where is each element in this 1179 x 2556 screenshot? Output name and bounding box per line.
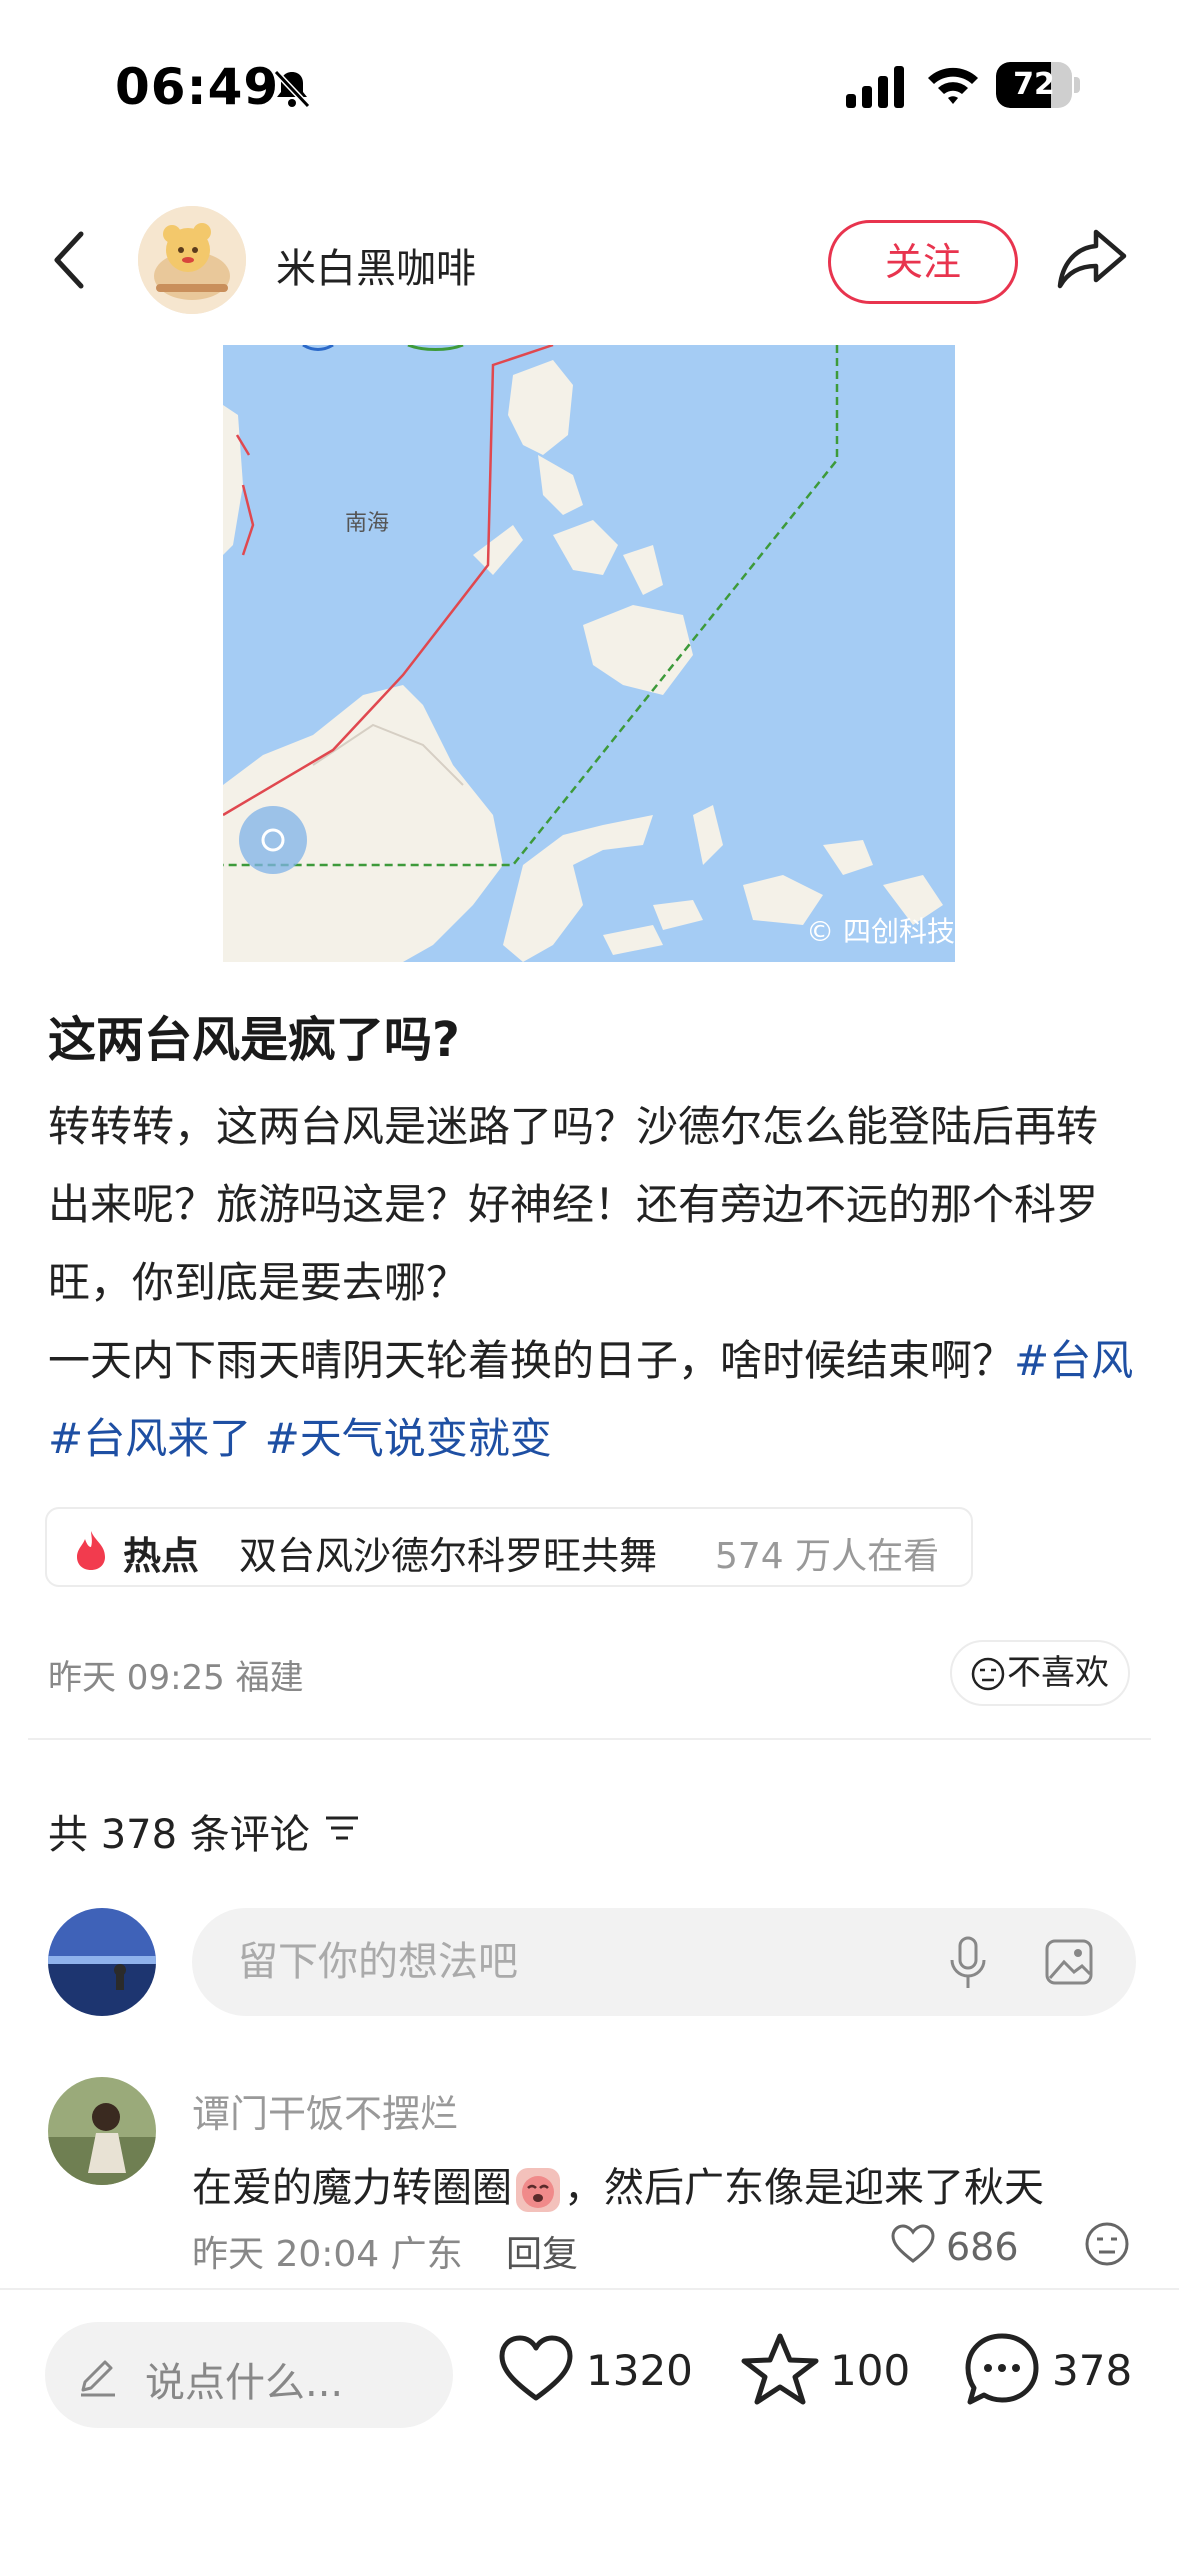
post-body: 转转转，这两台风是迷路了吗？沙德尔怎么能登陆后再转出来呢？旅游吗这是？好神经！还… <box>48 1088 1138 1478</box>
comment-input-box[interactable] <box>192 1908 1136 2016</box>
hashtag-link[interactable]: #台风来了 <box>48 1414 251 1463</box>
comment-text-part: ，然后广东像是迎来了秋天 <box>564 2165 1044 2211</box>
comment-like-count: 686 <box>946 2225 1019 2269</box>
share-icon[interactable] <box>1056 226 1128 292</box>
status-bar: 06:49 72 <box>0 0 1179 170</box>
hot-topic-card[interactable]: 热点 双台风沙德尔科罗旺共舞 574 万人在看 <box>45 1507 973 1587</box>
like-button[interactable]: 1320 <box>496 2330 696 2420</box>
say-something-input[interactable]: 说点什么... <box>45 2322 453 2428</box>
author-name[interactable]: 米白黑咖啡 <box>276 236 476 294</box>
hashtag-link[interactable]: #天气说变就变 <box>265 1414 552 1463</box>
pencil-icon <box>81 2360 115 2397</box>
map-watermark: © 四创科技 <box>806 915 955 948</box>
comments-count-header: 共 378 条评论 <box>48 1812 310 1858</box>
map-sea-label: 南海 <box>345 511 390 536</box>
bottom-action-bar: 说点什么... 1320 100 378 <box>0 2288 1179 2556</box>
like-count: 1320 <box>586 2346 693 2395</box>
comment-reply-button[interactable]: 回复 <box>506 2225 578 2277</box>
wifi-icon <box>928 67 978 104</box>
bell-off-icon <box>273 69 311 109</box>
typhoon-track-map[interactable]: 南海 © 四创科技 <box>223 345 955 962</box>
dislike-face-icon[interactable] <box>1084 2221 1130 2267</box>
mic-icon[interactable] <box>948 1936 988 1990</box>
comment-item: 谭门干饭不摆烂 在爱的魔力转圈圈 ，然后广东像是迎来了秋天 昨天 20:04 广… <box>0 2075 1179 2275</box>
comment-button[interactable]: 378 <box>962 2330 1142 2420</box>
say-something-placeholder: 说点什么... <box>145 2360 344 2406</box>
post-paragraph: 一天内下雨天晴阴天轮着换的日子，啥时候结束啊？#台风 #台风来了 #天气说变就变 <box>48 1322 1138 1478</box>
comment-input[interactable] <box>238 1930 938 1994</box>
back-icon[interactable] <box>45 226 101 294</box>
status-time: 06:49 <box>115 58 280 116</box>
dislike-button[interactable]: 不喜欢 <box>950 1640 1130 1706</box>
crying-face-emoji-icon <box>516 2168 560 2212</box>
comment-icon <box>965 2333 1039 2405</box>
sort-icon[interactable] <box>324 1812 360 1846</box>
hot-topic-viewers: 574 万人在看 <box>715 1536 940 1577</box>
post-meta: 昨天 09:25 福建 <box>48 1658 304 1698</box>
commenter-avatar[interactable] <box>48 2077 156 2185</box>
comment-meta: 昨天 20:04 广东 <box>192 2234 463 2275</box>
dislike-face-icon <box>971 1657 1005 1691</box>
comment-text-part: 在爱的魔力转圈圈 <box>192 2165 512 2211</box>
favorite-count: 100 <box>830 2346 911 2395</box>
battery-icon: 72 <box>996 62 1080 108</box>
favorite-button[interactable]: 100 <box>740 2330 920 2420</box>
star-icon <box>741 2333 819 2405</box>
image-icon[interactable] <box>1044 1938 1094 1986</box>
signal-icon <box>846 66 904 108</box>
hot-topic-title: 双台风沙德尔科罗旺共舞 <box>239 1534 658 1578</box>
heart-icon[interactable] <box>890 2223 936 2265</box>
battery-level: 72 <box>1013 67 1055 102</box>
post-paragraph: 转转转，这两台风是迷路了吗？沙德尔怎么能登陆后再转出来呢？旅游吗这是？好神经！还… <box>48 1102 1099 1307</box>
post-title: 这两台风是疯了吗? <box>48 1012 460 1068</box>
dislike-label: 不喜欢 <box>1007 1653 1109 1693</box>
flame-icon <box>77 1531 105 1570</box>
author-avatar[interactable] <box>138 206 246 314</box>
follow-button[interactable]: 关注 <box>828 220 1018 304</box>
current-user-avatar[interactable] <box>48 1908 156 2016</box>
hot-topic-label: 热点 <box>123 1534 200 1578</box>
commenter-name[interactable]: 谭门干饭不摆烂 <box>192 2083 458 2138</box>
hashtag-link[interactable]: #台风 <box>1014 1336 1133 1385</box>
post-paragraph-text: 一天内下雨天晴阴天轮着换的日子，啥时候结束啊？ <box>48 1336 1015 1385</box>
comment-count: 378 <box>1052 2346 1133 2395</box>
post-header: 米白黑咖啡 关注 <box>0 200 1179 320</box>
section-divider <box>28 1738 1151 1740</box>
comment-text: 在爱的魔力转圈圈 ，然后广东像是迎来了秋天 <box>192 2155 1044 2214</box>
heart-icon <box>499 2335 573 2401</box>
